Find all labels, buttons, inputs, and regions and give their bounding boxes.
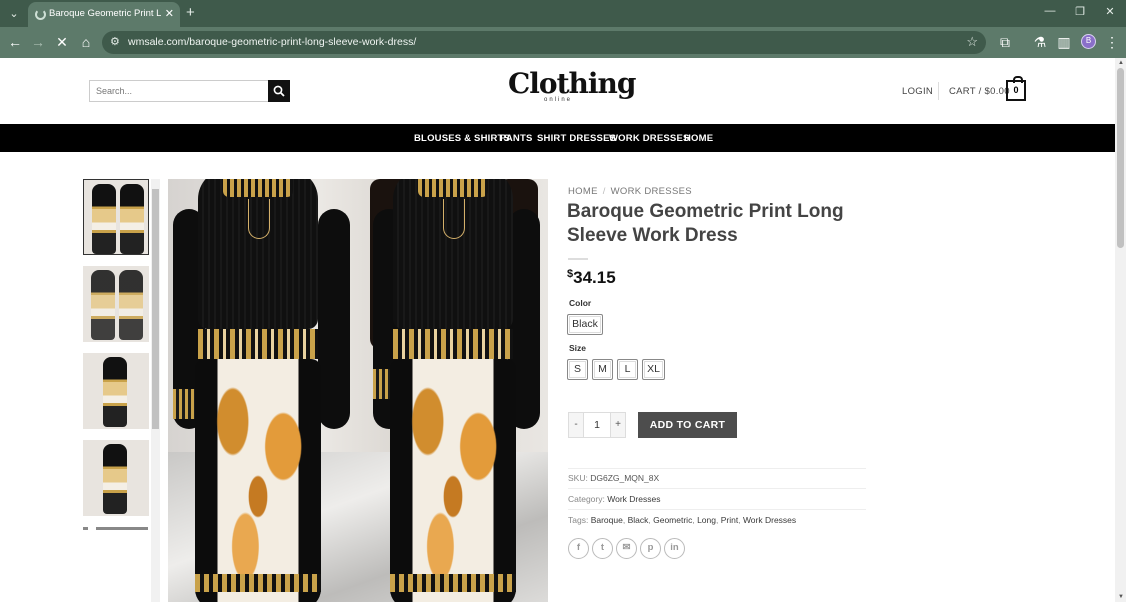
thumbnail-scrollbar-thumb[interactable] bbox=[152, 189, 159, 429]
search-input[interactable]: Search... bbox=[96, 86, 132, 96]
extensions-icon[interactable]: ⧉ bbox=[996, 33, 1014, 51]
browser-menu-icon[interactable]: ⋮ bbox=[1103, 33, 1121, 51]
header-divider bbox=[938, 82, 939, 100]
search-button[interactable] bbox=[268, 80, 290, 102]
restore-icon[interactable]: ❐ bbox=[1072, 5, 1088, 18]
quantity-decrease-button[interactable]: - bbox=[569, 413, 584, 437]
meta-divider bbox=[568, 488, 866, 489]
close-tab-icon[interactable]: ✕ bbox=[165, 7, 174, 20]
address-bar[interactable]: ⚙ wmsale.com/baroque-geometric-print-lon… bbox=[102, 31, 986, 54]
tag-link[interactable]: Print bbox=[721, 515, 738, 525]
browser-toolbar: ← → ✕ ⌂ ⚙ wmsale.com/baroque-geometric-p… bbox=[0, 27, 1126, 58]
sku-label: SKU: bbox=[568, 473, 588, 483]
close-window-icon[interactable]: ✕ bbox=[1102, 5, 1118, 18]
nav-item-shirt-dresses[interactable]: SHIRT DRESSES bbox=[537, 133, 616, 144]
tag-link[interactable]: Work Dresses bbox=[743, 515, 796, 525]
product-category: Category: Work Dresses bbox=[568, 494, 660, 504]
side-panel-icon[interactable]: ▥ bbox=[1055, 33, 1073, 51]
tag-link[interactable]: Baroque bbox=[591, 515, 623, 525]
site-info-icon[interactable]: ⚙ bbox=[110, 35, 120, 48]
tag-link[interactable]: Black bbox=[628, 515, 649, 525]
bookmark-star-icon[interactable]: ☆ bbox=[966, 34, 978, 50]
model-figure-right bbox=[348, 179, 548, 602]
search-icon bbox=[273, 85, 285, 97]
product-thumbnail[interactable] bbox=[83, 440, 149, 516]
tag-link[interactable]: Geometric bbox=[653, 515, 692, 525]
product-price: $34.15 bbox=[567, 268, 616, 288]
profile-avatar[interactable]: B bbox=[1081, 34, 1096, 49]
quantity-increase-button[interactable]: + bbox=[610, 413, 625, 437]
category-label: Category: bbox=[568, 494, 605, 504]
meta-divider bbox=[568, 509, 866, 510]
stop-loading-icon[interactable]: ✕ bbox=[53, 33, 71, 51]
nav-item-work-dresses[interactable]: WORK DRESSES bbox=[609, 133, 690, 144]
thumbnail-scroll-indicator bbox=[83, 527, 149, 530]
logo-text: Clothing bbox=[508, 67, 636, 100]
category-link[interactable]: Work Dresses bbox=[607, 494, 660, 504]
browser-tab-bar: ⌄ Baroque Geometric Print Long Sleeve Wo… bbox=[0, 0, 1126, 27]
product-main-image[interactable] bbox=[168, 179, 548, 602]
web-page: Search... Clothing online LOGIN CART / $… bbox=[0, 58, 1126, 602]
login-link[interactable]: LOGIN bbox=[902, 86, 933, 97]
tags-label: Tags: bbox=[568, 515, 589, 525]
title-divider bbox=[568, 258, 588, 260]
product-sku: SKU: DG6ZG_MQN_8X bbox=[568, 473, 659, 483]
scroll-down-icon[interactable]: ▼ bbox=[1118, 594, 1124, 600]
nav-item-pants[interactable]: PANTS bbox=[500, 133, 533, 144]
site-logo[interactable]: Clothing online bbox=[508, 67, 636, 104]
product-thumbnail[interactable] bbox=[83, 266, 149, 342]
cart-link[interactable]: CART / $0.00 bbox=[949, 86, 1010, 97]
twitter-icon[interactable]: t bbox=[592, 538, 613, 559]
new-tab-icon[interactable]: + bbox=[186, 4, 195, 21]
product-title: Baroque Geometric Print Long Sleeve Work… bbox=[567, 201, 844, 246]
scroll-up-icon[interactable]: ▲ bbox=[1118, 60, 1124, 66]
color-label: Color bbox=[569, 298, 592, 308]
product-tags: Tags: Baroque, Black, Geometric, Long, P… bbox=[568, 515, 797, 525]
model-figure-left bbox=[168, 179, 363, 602]
tag-link[interactable]: Long bbox=[697, 515, 716, 525]
search-field[interactable]: Search... bbox=[89, 80, 269, 102]
breadcrumb: HOME / WORK DRESSES bbox=[568, 186, 692, 197]
size-option-l[interactable]: L bbox=[617, 359, 638, 380]
url-text[interactable]: wmsale.com/baroque-geometric-print-long-… bbox=[128, 36, 416, 48]
breadcrumb-home[interactable]: HOME bbox=[568, 186, 598, 197]
pinterest-icon[interactable]: p bbox=[640, 538, 661, 559]
sku-value: DG6ZG_MQN_8X bbox=[590, 473, 660, 483]
tab-title: Baroque Geometric Print Long Sleeve Work… bbox=[49, 8, 161, 19]
email-icon[interactable]: ✉ bbox=[616, 538, 637, 559]
forward-icon[interactable]: → bbox=[29, 33, 47, 51]
page-scrollbar[interactable]: ▲ ▼ bbox=[1115, 58, 1126, 602]
breadcrumb-separator: / bbox=[602, 186, 606, 197]
lab-icon[interactable]: ⚗ bbox=[1031, 33, 1049, 51]
size-label: Size bbox=[569, 343, 587, 353]
color-option-black[interactable]: Black bbox=[567, 314, 603, 335]
nav-item-blouses-shirts[interactable]: BLOUSES & SHIRTS bbox=[414, 133, 510, 144]
main-navigation: BLOUSES & SHIRTS PANTS SHIRT DRESSES WOR… bbox=[0, 124, 1115, 152]
quantity-input[interactable]: 1 bbox=[584, 413, 610, 437]
home-icon[interactable]: ⌂ bbox=[77, 33, 95, 51]
browser-tab[interactable]: Baroque Geometric Print Long Sleeve Work… bbox=[28, 2, 180, 27]
price-amount: 34.15 bbox=[573, 268, 616, 287]
breadcrumb-work-dresses[interactable]: WORK DRESSES bbox=[611, 186, 692, 197]
nav-item-home[interactable]: HOME bbox=[684, 133, 713, 144]
product-thumbnail[interactable] bbox=[83, 179, 149, 255]
quantity-stepper: - 1 + bbox=[568, 412, 626, 438]
facebook-icon[interactable]: f bbox=[568, 538, 589, 559]
add-to-cart-button[interactable]: ADD TO CART bbox=[638, 412, 737, 438]
loading-spinner-icon bbox=[35, 9, 46, 20]
cart-count-badge[interactable]: 0 bbox=[1006, 76, 1026, 101]
size-option-xl[interactable]: XL bbox=[642, 359, 665, 380]
size-option-s[interactable]: S bbox=[567, 359, 588, 380]
back-icon[interactable]: ← bbox=[6, 33, 24, 51]
thumbnail-scrollbar[interactable] bbox=[151, 179, 160, 602]
linkedin-icon[interactable]: in bbox=[664, 538, 685, 559]
product-thumbnail[interactable] bbox=[83, 353, 149, 429]
meta-divider bbox=[568, 468, 866, 469]
tab-search-icon[interactable]: ⌄ bbox=[6, 6, 22, 22]
minimize-icon[interactable]: — bbox=[1042, 5, 1058, 17]
page-scrollbar-thumb[interactable] bbox=[1117, 68, 1124, 248]
size-option-m[interactable]: M bbox=[592, 359, 613, 380]
